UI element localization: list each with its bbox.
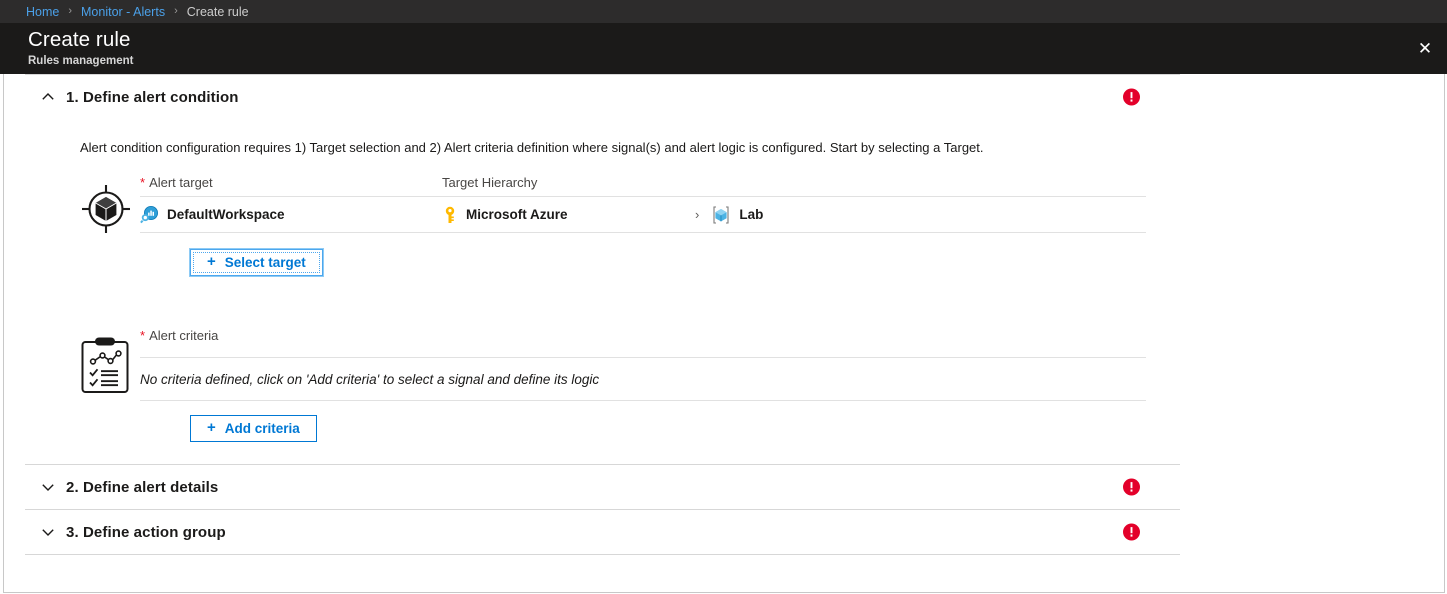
breadcrumb-item-create-rule: Create rule [187, 5, 249, 19]
error-icon [1123, 89, 1140, 106]
target-resource-cell: DefaultWorkspace [140, 205, 442, 224]
form-pane: 1. Define alert condition Alert conditio… [4, 74, 1182, 592]
alert-criteria-label-cell: * Alert criteria [140, 328, 218, 343]
section-title: 3. Define action group [66, 524, 226, 541]
hierarchy-separator-icon: › [695, 207, 699, 222]
alert-criteria-label: Alert criteria [149, 328, 218, 343]
section-body-define-alert-condition: Alert condition configuration requires 1… [4, 119, 1182, 464]
alert-criteria-header: * Alert criteria [140, 328, 1146, 349]
alert-criteria-table: * Alert criteria No criteria defined, cli… [140, 328, 1146, 401]
chevron-down-icon [39, 478, 57, 496]
chevron-up-icon [39, 88, 57, 106]
condition-description: Alert condition configuration requires 1… [40, 119, 1182, 157]
target-cube-icon [80, 175, 140, 235]
section-header-define-alert-details[interactable]: 2. Define alert details [4, 465, 1182, 509]
section-title: 1. Define alert condition [66, 89, 239, 106]
hierarchy-node-tenant: Microsoft Azure [442, 206, 695, 224]
hierarchy-node-resource-group: Lab [711, 205, 763, 225]
required-marker: * [140, 175, 145, 190]
target-hierarchy-cell: Microsoft Azure › [442, 205, 1146, 225]
blade-content: 1. Define alert condition Alert conditio… [3, 74, 1445, 593]
alert-target-table: * Alert target Target Hierarchy [140, 175, 1146, 235]
section-header-define-alert-condition[interactable]: 1. Define alert condition [4, 75, 1182, 119]
page-title: Create rule [28, 23, 1447, 52]
blade-header: Create rule Rules management ✕ [0, 23, 1447, 74]
alert-criteria-block: * Alert criteria No criteria defined, cli… [40, 328, 1182, 401]
table-row: DefaultWorkspace [140, 197, 1146, 232]
alert-target-label: Alert target [149, 175, 213, 190]
error-icon [1123, 479, 1140, 496]
alert-target-block: * Alert target Target Hierarchy [40, 175, 1182, 235]
breadcrumb-separator-icon: › [68, 6, 72, 17]
select-target-button[interactable]: + Select target [190, 249, 323, 276]
close-icon[interactable]: ✕ [1403, 23, 1447, 74]
error-icon [1123, 524, 1140, 541]
breadcrumb-item-home[interactable]: Home [26, 5, 59, 19]
select-target-row: + Select target [40, 235, 1182, 276]
log-analytics-workspace-icon [140, 205, 159, 224]
breadcrumb-item-monitor-alerts[interactable]: Monitor - Alerts [81, 5, 165, 19]
add-criteria-button-label: Add criteria [225, 421, 300, 436]
alert-target-label-cell: * Alert target [140, 175, 442, 190]
page-subtitle: Rules management [28, 52, 1447, 68]
section-title: 2. Define alert details [66, 479, 218, 496]
required-marker: * [140, 328, 145, 343]
criteria-empty-message: No criteria defined, click on 'Add crite… [140, 358, 1146, 400]
plus-icon: + [207, 254, 216, 269]
divider [140, 232, 1146, 233]
key-icon [442, 206, 458, 224]
resource-group-cube-icon [711, 205, 731, 225]
target-resource-name: DefaultWorkspace [167, 207, 285, 222]
section-header-define-action-group[interactable]: 3. Define action group [4, 510, 1182, 554]
target-hierarchy-header: Target Hierarchy [442, 175, 1146, 190]
breadcrumb: Home › Monitor - Alerts › Create rule [0, 0, 1447, 23]
add-criteria-button[interactable]: + Add criteria [190, 415, 317, 442]
hierarchy-node-label: Lab [739, 207, 763, 222]
alert-target-column-headers: * Alert target Target Hierarchy [140, 175, 1146, 196]
select-target-button-label: Select target [225, 255, 306, 270]
add-criteria-row: + Add criteria [40, 401, 1182, 442]
hierarchy-node-label: Microsoft Azure [466, 207, 568, 222]
criteria-clipboard-icon [80, 328, 140, 401]
breadcrumb-separator-icon: › [174, 6, 178, 17]
divider [140, 400, 1146, 401]
chevron-down-icon [39, 523, 57, 541]
divider [25, 554, 1180, 555]
plus-icon: + [207, 420, 216, 435]
